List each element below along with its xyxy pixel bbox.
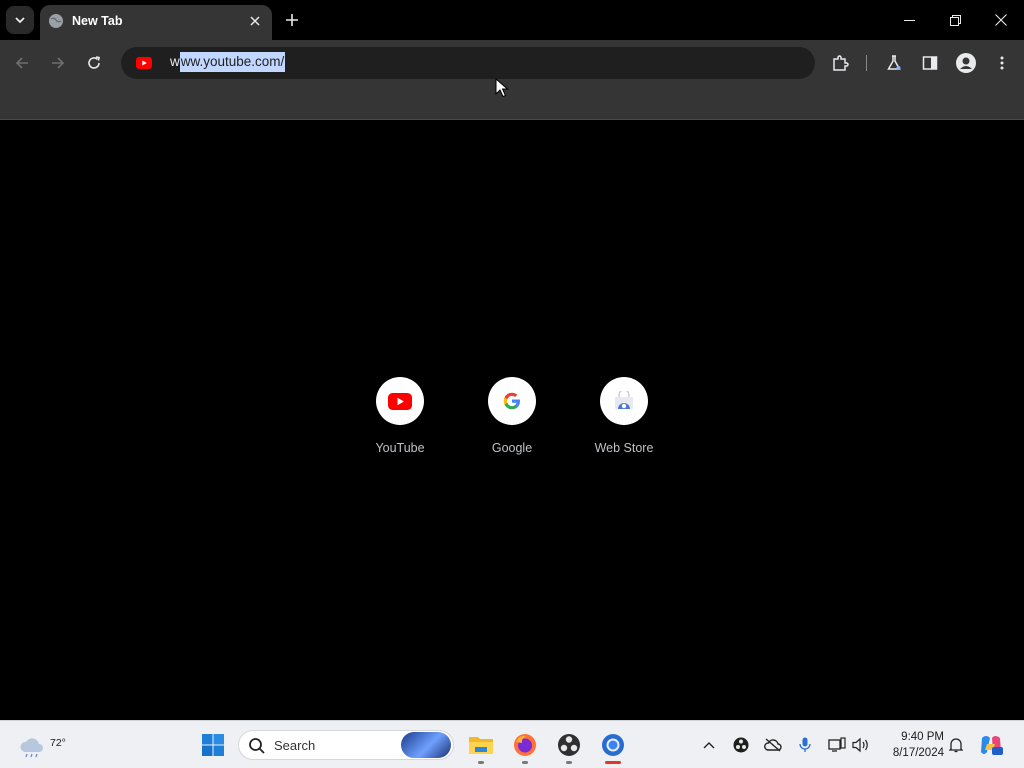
more-vert-icon <box>1000 56 1004 70</box>
windows-icon <box>202 734 224 756</box>
bell-icon <box>949 738 963 753</box>
running-indicator-active <box>605 761 621 764</box>
menu-button[interactable] <box>990 51 1014 75</box>
minimize-button[interactable] <box>894 6 924 34</box>
chrome-icon <box>602 734 624 756</box>
close-window-button[interactable] <box>986 6 1016 34</box>
firefox-icon <box>514 734 536 756</box>
address-bar[interactable]: www.youtube.com/ <box>121 47 815 79</box>
obs-icon <box>733 737 749 753</box>
shortcut-tile <box>376 377 424 425</box>
flask-icon <box>887 55 901 70</box>
restore-icon <box>949 14 961 26</box>
reload-button[interactable] <box>82 51 106 75</box>
taskbar-obs[interactable] <box>553 729 585 764</box>
volume-icon <box>852 737 868 753</box>
mouse-cursor-icon <box>495 78 509 98</box>
web-store-icon <box>615 391 633 409</box>
restore-button[interactable] <box>940 6 970 34</box>
side-panel-button[interactable] <box>918 51 942 75</box>
url-selected-text: ww.youtube.com/ <box>179 52 286 72</box>
tray-obs[interactable] <box>731 735 751 755</box>
running-indicator <box>478 761 484 764</box>
tab-new-tab[interactable]: New Tab <box>40 5 272 40</box>
search-icon <box>249 738 265 754</box>
avatar-icon <box>956 53 976 73</box>
network-icon <box>828 737 846 752</box>
obs-icon <box>558 734 580 756</box>
arrow-right-icon <box>52 57 65 69</box>
microphone-icon <box>799 737 811 752</box>
taskbar-firefox[interactable] <box>509 729 541 764</box>
tray-volume[interactable] <box>851 735 871 755</box>
shortcut-google[interactable]: Google <box>464 377 560 467</box>
notifications-button[interactable] <box>946 735 966 755</box>
reload-icon <box>88 56 100 69</box>
globe-icon <box>49 14 63 28</box>
profile-button[interactable] <box>954 51 978 75</box>
plus-icon <box>286 14 298 26</box>
bookmarks-bar <box>0 86 1024 120</box>
shortcut-web-store[interactable]: Web Store <box>576 377 672 467</box>
side-panel-icon <box>922 56 938 70</box>
minimize-icon <box>903 19 915 21</box>
toolbar-divider <box>866 55 867 71</box>
clock-time: 9:40 PM <box>901 731 944 743</box>
shortcut-youtube[interactable]: YouTube <box>352 377 448 467</box>
url-prefix: w <box>170 54 180 69</box>
tab-strip: New Tab <box>0 0 1024 40</box>
chevron-up-icon <box>703 742 715 749</box>
chevron-down-icon <box>15 17 25 24</box>
tab-close-button[interactable] <box>246 12 264 30</box>
shortcut-label: Google <box>491 441 533 455</box>
weather-widget[interactable]: 72° <box>18 729 66 761</box>
taskbar-chrome[interactable] <box>597 729 629 764</box>
weather-temp: 72° <box>50 737 66 749</box>
shortcut-label: Web Store <box>594 441 654 455</box>
address-bar-url[interactable]: www.youtube.com/ <box>170 52 286 72</box>
shortcut-label: YouTube <box>375 441 425 455</box>
show-hidden-icons-button[interactable] <box>699 735 719 755</box>
youtube-icon <box>388 392 412 410</box>
tray-onedrive[interactable] <box>763 735 783 755</box>
shortcut-tile <box>488 377 536 425</box>
clock[interactable]: 9:40 PM 8/17/2024 <box>880 729 944 761</box>
taskbar: 72° Search 9:40 PM 8/17/2024 <box>0 720 1024 768</box>
cloud-off-icon <box>764 738 782 752</box>
new-tab-button[interactable] <box>280 8 304 32</box>
arrow-left-icon <box>15 57 28 69</box>
copilot-button[interactable] <box>976 730 1006 760</box>
tray-microphone[interactable] <box>795 735 815 755</box>
taskbar-search[interactable]: Search <box>238 730 454 760</box>
clock-date: 8/17/2024 <box>892 747 944 759</box>
tray-network[interactable] <box>827 735 847 755</box>
extensions-button[interactable] <box>828 51 852 75</box>
tab-search-button[interactable] <box>6 6 34 34</box>
cloud-rain-icon <box>20 738 43 758</box>
search-placeholder: Search <box>274 738 316 753</box>
forward-button[interactable] <box>46 51 70 75</box>
google-icon <box>503 392 520 410</box>
taskbar-file-explorer[interactable] <box>465 729 497 764</box>
youtube-icon <box>136 57 152 69</box>
new-tab-page: YouTube Google Web Store <box>0 121 1024 720</box>
shortcut-tile <box>600 377 648 425</box>
copilot-icon <box>981 736 1003 755</box>
back-button[interactable] <box>10 51 34 75</box>
puzzle-icon <box>833 55 849 71</box>
start-button[interactable] <box>197 729 229 761</box>
search-highlight-image <box>401 732 451 758</box>
running-indicator <box>566 761 572 764</box>
labs-button[interactable] <box>882 51 906 75</box>
tab-title: New Tab <box>72 14 123 28</box>
close-icon <box>995 14 1007 26</box>
browser-toolbar: www.youtube.com/ <box>0 40 1024 86</box>
folder-icon <box>469 737 493 754</box>
running-indicator <box>522 761 528 764</box>
close-icon <box>250 16 260 26</box>
